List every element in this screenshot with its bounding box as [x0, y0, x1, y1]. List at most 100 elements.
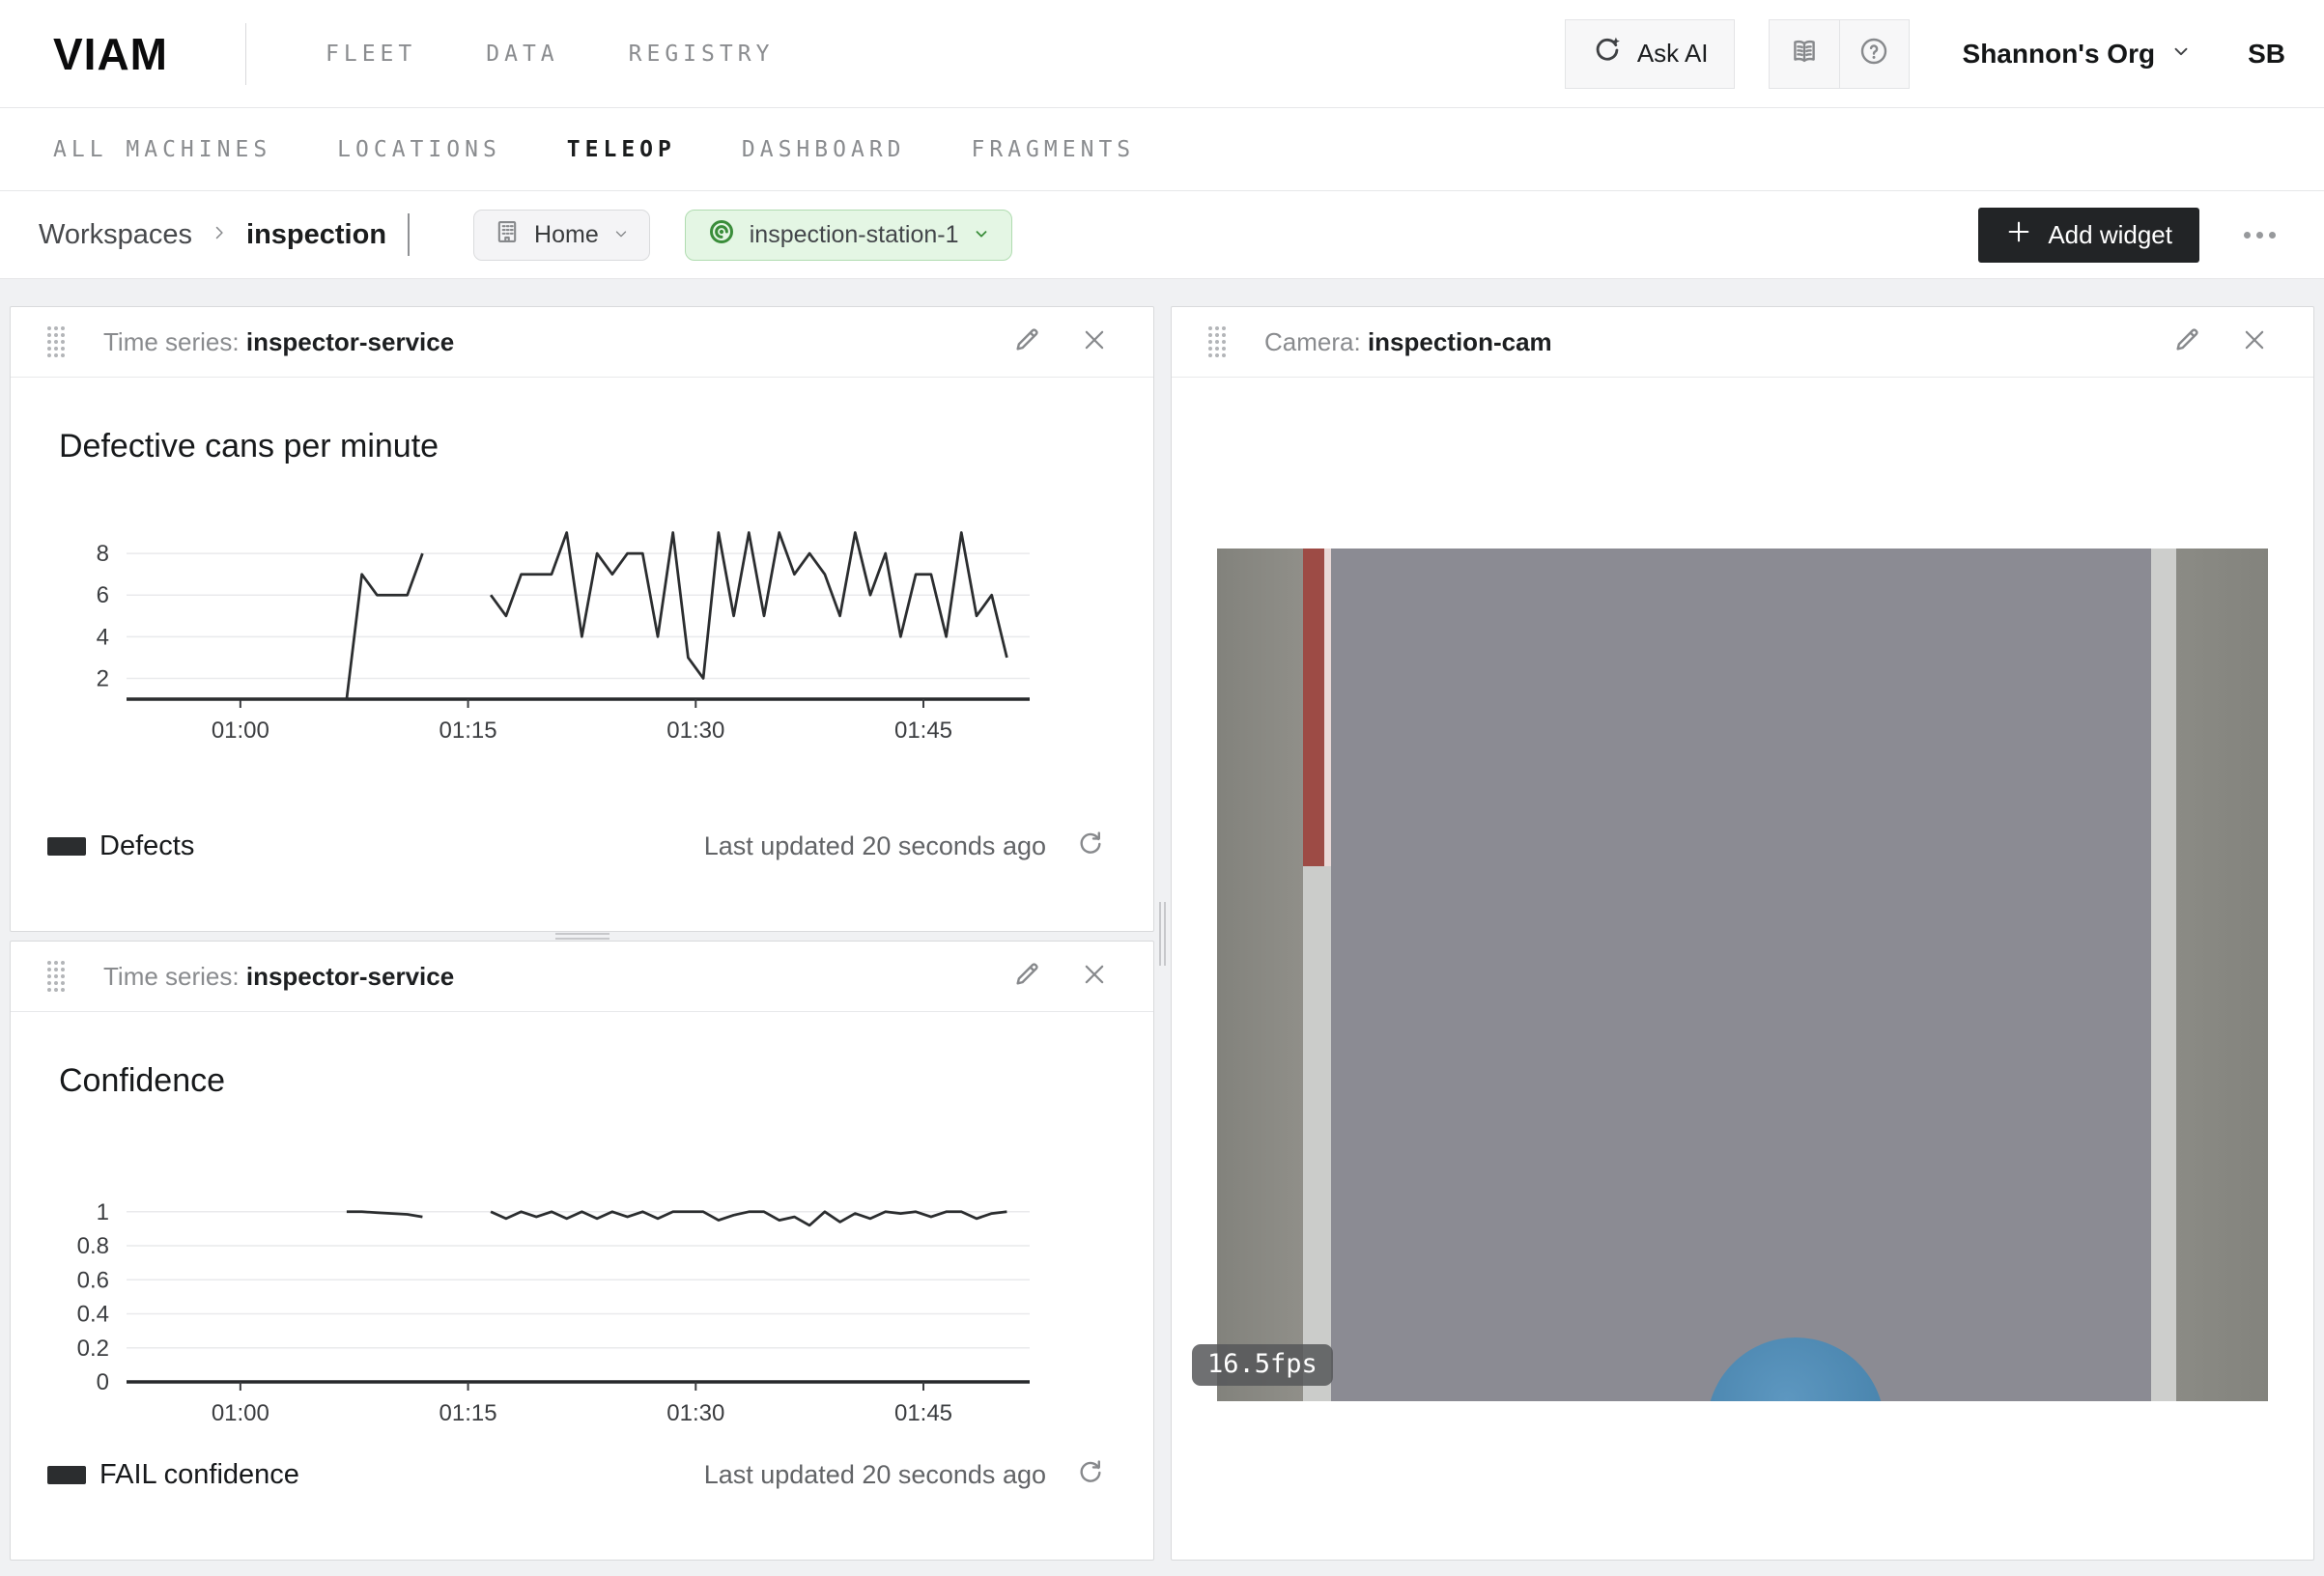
svg-text:01:45: 01:45 — [894, 1400, 952, 1426]
chevron-down-icon — [612, 221, 630, 249]
svg-text:1: 1 — [97, 1199, 109, 1225]
ask-ai-icon — [1591, 34, 1624, 73]
building-icon — [494, 218, 521, 252]
svg-text:0.4: 0.4 — [77, 1302, 109, 1328]
tab-all-machines[interactable]: ALL MACHINES — [53, 137, 271, 162]
row-resize-handle[interactable] — [10, 932, 1154, 941]
logo-divider — [245, 23, 246, 85]
ask-ai-button[interactable]: Ask AI — [1565, 19, 1735, 89]
red-marker-bar — [1303, 549, 1324, 866]
drag-handle[interactable] — [1208, 326, 1226, 357]
widget-title: Time series: inspector-service — [103, 962, 454, 992]
refresh-icon — [1075, 829, 1106, 864]
svg-text:01:00: 01:00 — [212, 718, 269, 744]
fps-badge: 16.5fps — [1192, 1344, 1333, 1386]
chart-legend: Defects Last updated 20 seconds ago — [47, 827, 1110, 865]
svg-text:0.2: 0.2 — [77, 1336, 109, 1362]
svg-text:0.8: 0.8 — [77, 1233, 109, 1259]
help-button[interactable] — [1839, 20, 1909, 88]
svg-text:01:15: 01:15 — [439, 1400, 497, 1426]
widget-timeseries-defects: Time series: inspector-service Defective… — [10, 306, 1154, 932]
close-widget-button[interactable] — [2232, 320, 2277, 364]
svg-text:0.6: 0.6 — [77, 1267, 109, 1293]
help-icon-group — [1769, 19, 1910, 89]
column-resize-handle[interactable] — [1154, 306, 1171, 1561]
add-widget-label: Add widget — [2048, 220, 2172, 250]
pencil-icon — [2171, 324, 2202, 360]
workspace-selector-button[interactable]: Home — [473, 210, 650, 261]
book-icon — [1789, 36, 1820, 71]
breadcrumb: Workspaces inspection — [39, 213, 410, 256]
chevron-right-icon — [210, 223, 229, 247]
edit-widget-button[interactable] — [2165, 320, 2209, 364]
ask-ai-label: Ask AI — [1637, 39, 1709, 69]
tab-fragments[interactable]: FRAGMENTS — [972, 137, 1136, 162]
teleop-toolbar: Workspaces inspection Home inspection-st… — [0, 191, 2324, 279]
refresh-button[interactable] — [1071, 1455, 1110, 1494]
breadcrumb-current-workspace[interactable]: inspection — [246, 219, 386, 251]
avatar[interactable]: SB — [2248, 39, 2285, 70]
tab-teleop[interactable]: TELEOP — [567, 137, 676, 162]
legend-label: Defects — [99, 830, 194, 862]
top-header: VIAM FLEET DATA REGISTRY Ask AI — [0, 0, 2324, 108]
svg-text:01:00: 01:00 — [212, 1400, 269, 1426]
chevron-down-icon — [973, 221, 990, 249]
machine-selector-pill[interactable]: inspection-station-1 — [685, 210, 1012, 261]
red-marker-highlight — [1324, 549, 1331, 866]
conveyor-right-rail — [2176, 549, 2268, 1401]
svg-text:6: 6 — [97, 582, 109, 608]
more-options-button[interactable] — [2234, 222, 2285, 248]
refresh-button[interactable] — [1071, 827, 1110, 865]
teleop-workspace-canvas: Time series: inspector-service Defective… — [0, 279, 2324, 1575]
text-cursor — [408, 213, 410, 256]
drag-handle[interactable] — [47, 326, 65, 357]
svg-text:2: 2 — [97, 665, 109, 691]
help-icon — [1858, 36, 1889, 71]
nav-item-registry[interactable]: REGISTRY — [629, 42, 775, 67]
nav-item-fleet[interactable]: FLEET — [326, 42, 416, 67]
svg-text:01:45: 01:45 — [894, 718, 952, 744]
edit-widget-button[interactable] — [1005, 320, 1049, 364]
org-switcher[interactable]: Shannon's Org — [1963, 39, 2193, 70]
widget-title: Camera: inspection-cam — [1264, 327, 1552, 357]
conveyor-left-rail — [1217, 549, 1303, 1401]
close-widget-button[interactable] — [1072, 954, 1117, 999]
viam-logo: VIAM — [53, 28, 168, 80]
widget-header: Time series: inspector-service — [11, 307, 1153, 378]
widget-title: Time series: inspector-service — [103, 327, 454, 357]
tab-locations[interactable]: LOCATIONS — [337, 137, 501, 162]
camera-feed-image — [1217, 549, 2268, 1401]
svg-text:4: 4 — [97, 624, 109, 650]
widget-header: Camera: inspection-cam — [1172, 307, 2313, 378]
add-widget-button[interactable]: Add widget — [1978, 208, 2199, 263]
legend-swatch — [47, 1466, 86, 1484]
widget-timeseries-confidence: Time series: inspector-service Confidenc… — [10, 941, 1154, 1561]
edit-widget-button[interactable] — [1005, 954, 1049, 999]
fleet-tabs: ALL MACHINES LOCATIONS TELEOP DASHBOARD … — [0, 108, 2324, 191]
svg-text:01:15: 01:15 — [439, 718, 497, 744]
machine-name: inspection-station-1 — [750, 221, 959, 249]
svg-text:01:30: 01:30 — [666, 718, 724, 744]
workspace-name: Home — [534, 221, 599, 249]
org-name: Shannon's Org — [1963, 39, 2156, 70]
widget-header: Time series: inspector-service — [11, 942, 1153, 1012]
defects-chart: 2 4 6 8 01:00 01:15 01:30 01:45 — [44, 506, 1153, 752]
svg-text:8: 8 — [97, 541, 109, 567]
plus-icon — [2005, 218, 2032, 252]
legend-label: FAIL confidence — [99, 1459, 299, 1491]
last-updated-text: Last updated 20 seconds ago — [704, 831, 1046, 861]
pencil-icon — [1011, 959, 1042, 995]
machine-broadcast-icon — [707, 217, 736, 253]
chevron-down-icon — [2170, 41, 2192, 67]
close-icon — [1080, 960, 1109, 994]
breadcrumb-workspaces[interactable]: Workspaces — [39, 219, 192, 251]
widget-camera: Camera: inspection-cam — [1171, 306, 2314, 1561]
drag-handle[interactable] — [47, 961, 65, 992]
tab-dashboard[interactable]: DASHBOARD — [742, 137, 906, 162]
svg-text:01:30: 01:30 — [666, 1400, 724, 1426]
last-updated-text: Last updated 20 seconds ago — [704, 1460, 1046, 1490]
close-widget-button[interactable] — [1072, 320, 1117, 364]
docs-button[interactable] — [1770, 20, 1839, 88]
nav-item-data[interactable]: DATA — [486, 42, 558, 67]
legend-swatch — [47, 837, 86, 856]
